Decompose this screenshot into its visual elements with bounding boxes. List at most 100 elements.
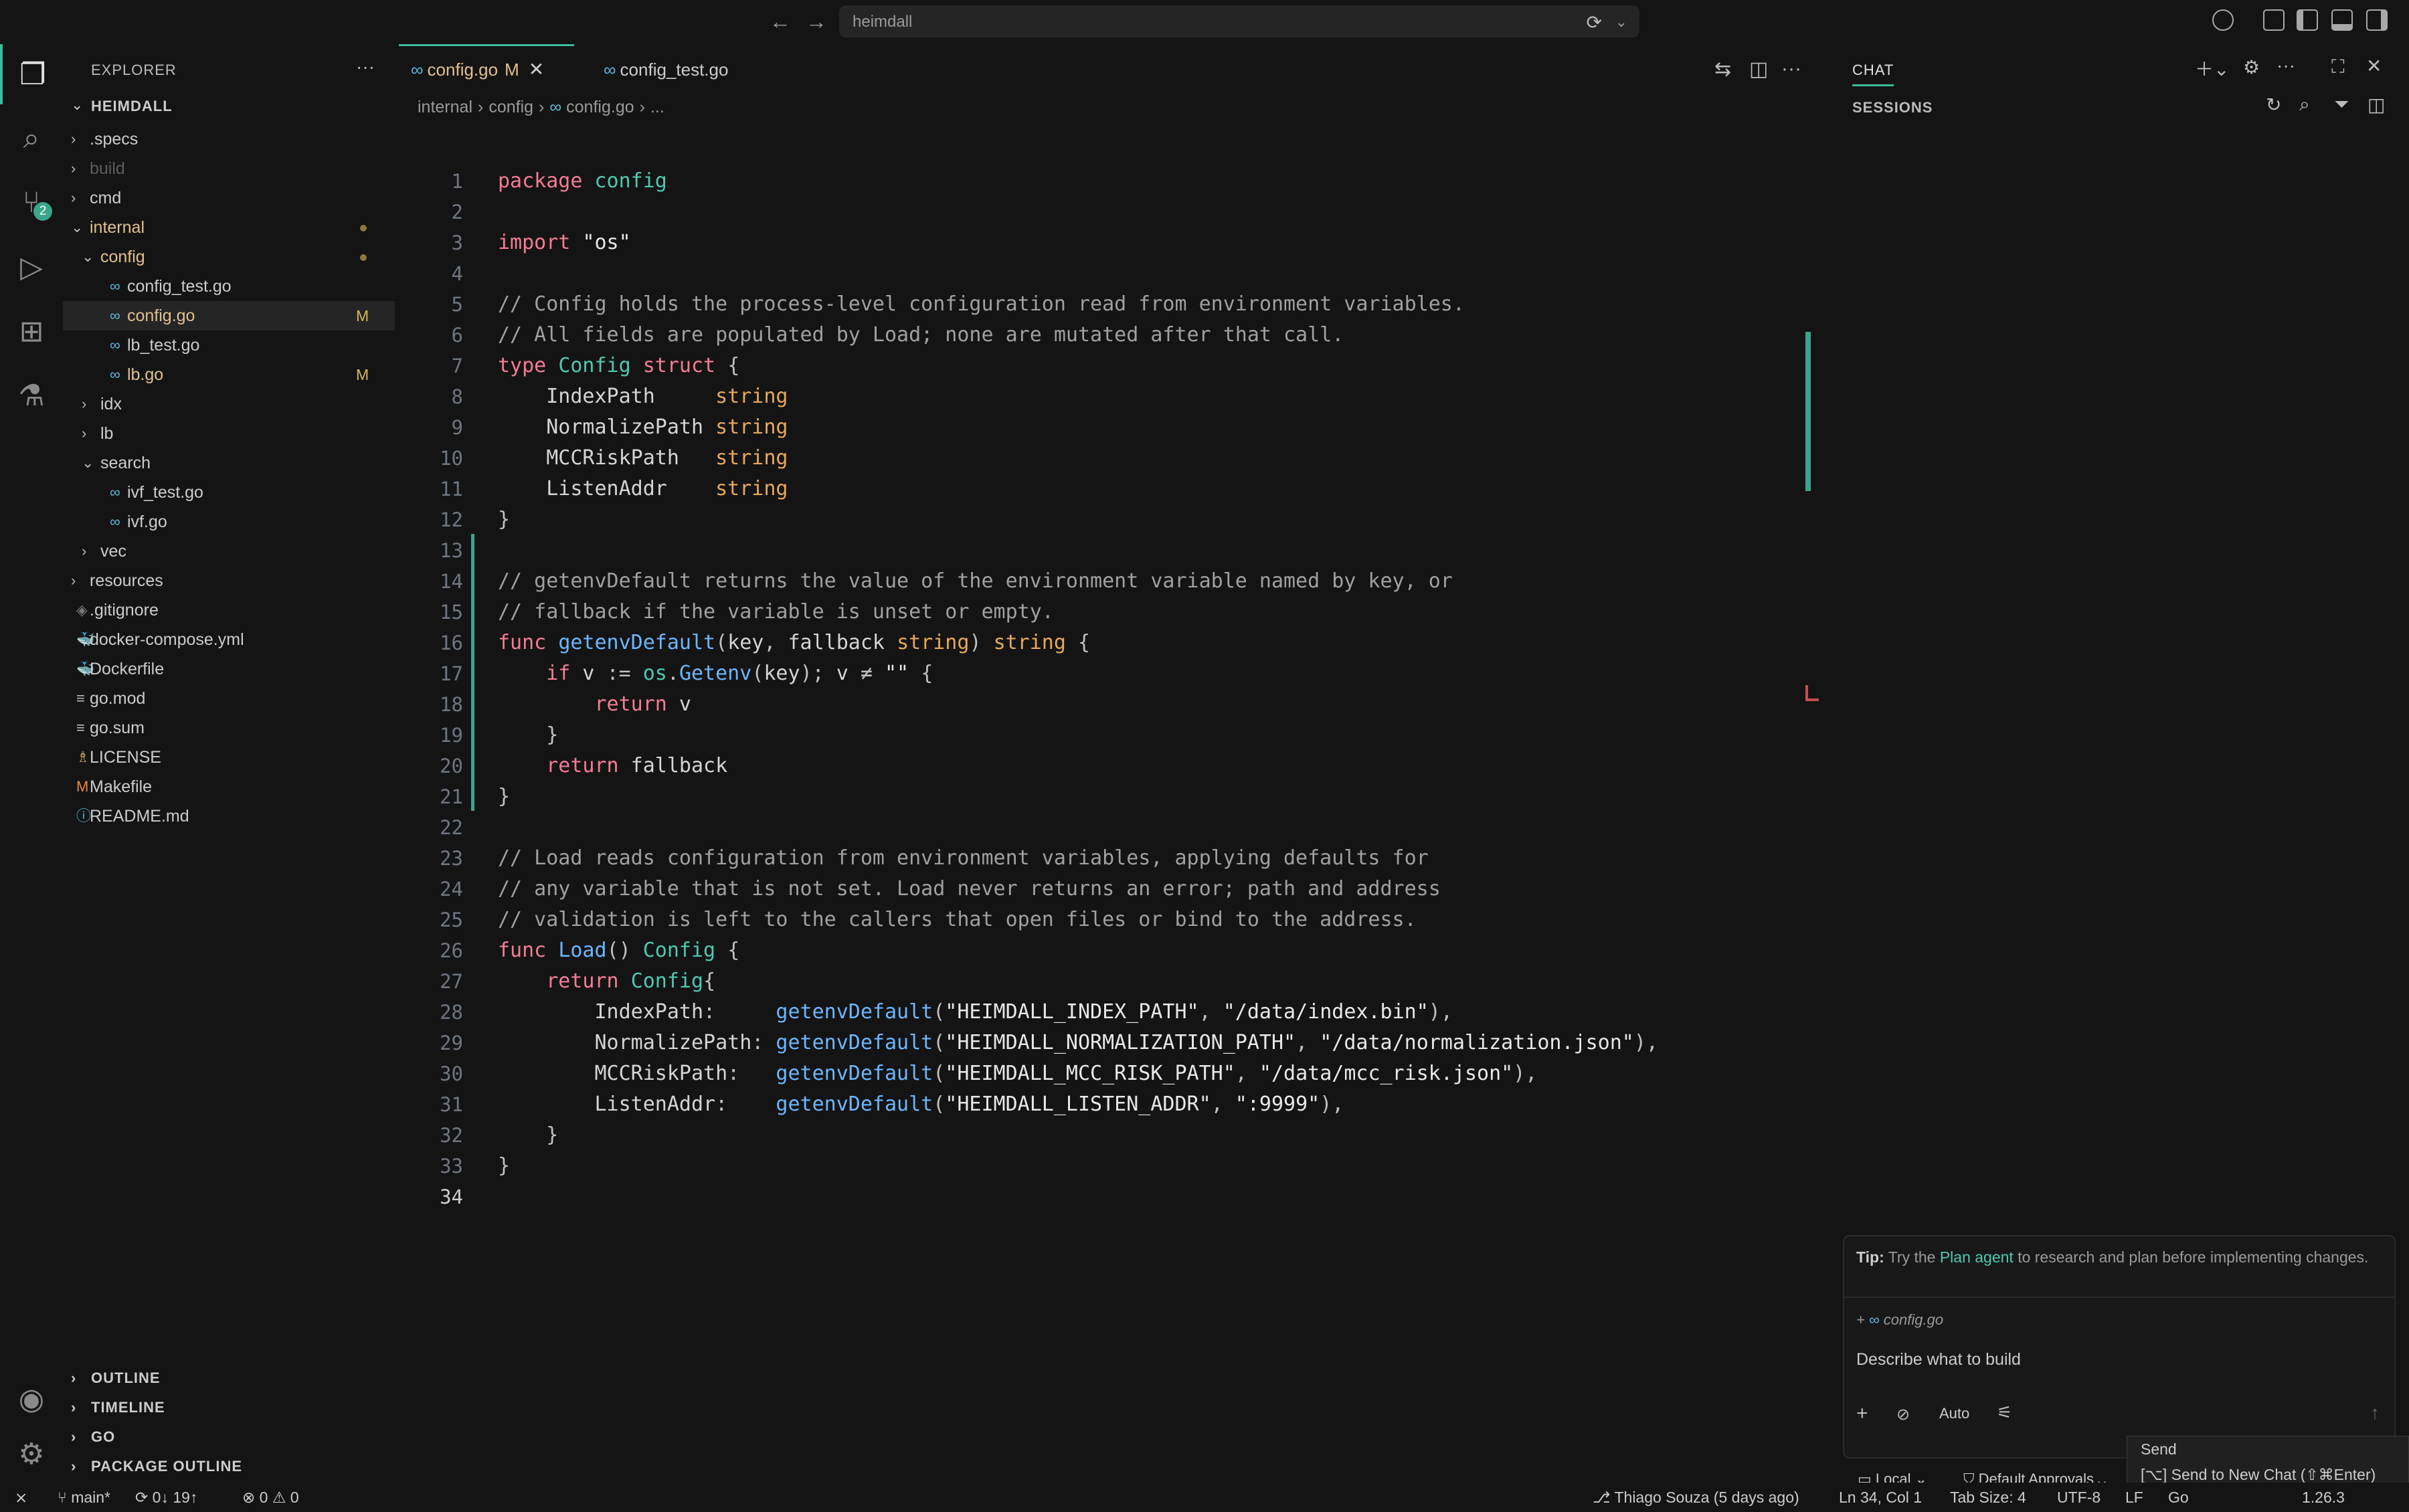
sync-indicator[interactable]: ⟳ 0↓ 19↑ — [135, 1483, 197, 1512]
language-mode[interactable]: Go — [2168, 1483, 2189, 1512]
more-actions-icon[interactable]: ··· — [1781, 58, 1801, 80]
toggle-panel-icon[interactable] — [2331, 9, 2353, 31]
breadcrumb-file[interactable]: config.go — [566, 98, 634, 116]
more-actions-icon[interactable]: ··· — [2277, 55, 2295, 76]
chevron-down-icon[interactable]: ⌄ — [71, 96, 83, 114]
go-file-icon: ∞ — [110, 366, 120, 383]
tree-item-lb-test-go[interactable]: ∞ lb_test.go — [63, 330, 395, 360]
tree-item-resources[interactable]: › resources — [63, 566, 395, 595]
add-context-icon[interactable]: + — [1856, 1402, 1868, 1425]
new-chat-icon[interactable]: ＋⌄ — [2195, 55, 2229, 82]
line-number: 22 — [440, 816, 463, 839]
tree-item-config-go[interactable]: ∞ config.go M — [63, 301, 395, 330]
license-file-icon: ♗ — [76, 749, 90, 765]
code-text: MCCRiskPath string — [498, 446, 788, 470]
settings-gear-icon[interactable]: ⚙ — [0, 1430, 63, 1477]
tree-item-dockerfile[interactable]: 🐳 Dockerfile — [63, 654, 395, 684]
tree-item-specs[interactable]: › .specs — [63, 124, 395, 154]
tab-config-go[interactable]: ∞ config.go M ✕ — [399, 44, 574, 95]
toggle-primary-sidebar-icon[interactable] — [2297, 9, 2318, 31]
plan-agent-link[interactable]: Plan agent — [1940, 1248, 2014, 1266]
tree-item-config-test-go[interactable]: ∞ config_test.go — [63, 272, 395, 301]
tree-item-idx[interactable]: › idx — [63, 389, 395, 419]
tree-item-go-sum[interactable]: ≡ go.sum — [63, 713, 395, 743]
git-blame[interactable]: ⎇ Thiago Souza (5 days ago) — [1593, 1483, 1799, 1512]
line-number: 6 — [451, 324, 463, 347]
chevron-down-icon[interactable]: ⌄ — [1615, 13, 1627, 31]
tree-item-config[interactable]: ⌄ config — [63, 242, 395, 272]
go-version[interactable]: 1.26.3 — [2302, 1483, 2345, 1512]
command-center-search[interactable]: heimdall ⟳ ⌄ — [839, 5, 1639, 37]
run-debug-icon[interactable]: ▷ — [0, 237, 63, 297]
code-text: } — [498, 1154, 511, 1177]
close-icon[interactable]: ✕ — [2366, 55, 2382, 77]
tree-item-gitignore[interactable]: ◈ .gitignore — [63, 595, 395, 625]
explorer-icon[interactable]: ❐ — [0, 44, 63, 104]
more-actions-icon[interactable]: ··· — [356, 56, 375, 78]
compare-changes-icon[interactable]: ⇆ — [1714, 58, 1731, 81]
send-arrow-icon[interactable]: ↑ — [2370, 1402, 2380, 1424]
tab-config-test-go[interactable]: ∞ config_test.go — [592, 44, 764, 95]
tools-icon[interactable]: ⚟ — [1997, 1402, 2012, 1423]
tree-item-cmd[interactable]: › cmd — [63, 183, 395, 213]
end-of-line[interactable]: LF — [2125, 1483, 2143, 1512]
mode-picker[interactable]: Auto — [1939, 1405, 1969, 1422]
back-arrow-icon[interactable]: ← — [770, 9, 791, 34]
send-new-chat-label[interactable]: [⌥] Send to New Chat (⇧⌘Enter) — [2141, 1466, 2376, 1484]
breadcrumb-config[interactable]: config — [488, 98, 533, 116]
tree-item-readme-md[interactable]: ⓘ README.md — [63, 801, 395, 831]
tab-size[interactable]: Tab Size: 4 — [1950, 1483, 2026, 1512]
tree-item-ivf-test-go[interactable]: ∞ ivf_test.go — [63, 478, 395, 507]
workspace-root[interactable]: HEIMDALL — [91, 98, 173, 115]
source-control-icon[interactable]: ⑂ 2 — [0, 173, 63, 233]
chat-bubble-icon[interactable]: ⟳ — [1587, 11, 1602, 33]
explorer-title: EXPLORER — [91, 62, 177, 78]
cursor-position[interactable]: Ln 34, Col 1 — [1839, 1483, 1922, 1512]
search-icon[interactable]: ⌕ — [2299, 94, 2310, 116]
breadcrumb-symbol[interactable]: ... — [650, 98, 664, 116]
tree-item-build[interactable]: › build — [63, 154, 395, 183]
maximize-icon[interactable]: ⛶ — [2331, 56, 2345, 78]
section-outline[interactable]: › OUTLINE — [63, 1363, 395, 1393]
extensions-icon[interactable]: ⊞ — [0, 301, 63, 361]
tree-item-license[interactable]: ♗ LICENSE — [63, 743, 395, 772]
forward-arrow-icon[interactable]: → — [806, 9, 827, 34]
chat-title[interactable]: CHAT — [1852, 62, 1894, 86]
close-icon[interactable]: ✕ — [529, 59, 544, 80]
tree-item-vec[interactable]: › vec — [63, 537, 395, 566]
remote-icon[interactable]: ⨯ — [15, 1483, 27, 1512]
toggle-secondary-sidebar-icon[interactable] — [2366, 9, 2388, 31]
tree-item-search[interactable]: ⌄ search — [63, 448, 395, 478]
section-go[interactable]: › GO — [63, 1422, 395, 1452]
chevron-right-icon: › — [71, 1369, 77, 1386]
split-view-icon[interactable]: ◫ — [2368, 94, 2385, 116]
tree-item-go-mod[interactable]: ≡ go.mod — [63, 684, 395, 713]
account-icon[interactable]: ◉ — [0, 1369, 63, 1429]
settings-gear-icon[interactable]: ⚙ — [2243, 56, 2260, 78]
search-icon[interactable]: ⌕ — [0, 108, 63, 169]
section-package-outline[interactable]: › PACKAGE OUTLINE — [63, 1452, 395, 1481]
tree-item-lb-go[interactable]: ∞ lb.go M — [63, 360, 395, 389]
attach-icon[interactable]: ⊘ — [1896, 1405, 1910, 1424]
command-center-text: heimdall — [853, 13, 913, 31]
split-editor-icon[interactable]: ◫ — [1749, 58, 1768, 81]
send-label[interactable]: Send — [2141, 1440, 2177, 1458]
tree-item-makefile[interactable]: M Makefile — [63, 772, 395, 801]
tree-item-lb[interactable]: › lb — [63, 419, 395, 448]
layout-customize-icon[interactable] — [2263, 9, 2285, 31]
testing-flask-icon[interactable]: ⚗ — [0, 365, 63, 426]
refresh-icon[interactable]: ↻ — [2266, 94, 2281, 116]
encoding[interactable]: UTF-8 — [2057, 1483, 2101, 1512]
tree-item-docker-compose-yml[interactable]: 🐳 docker-compose.yml — [63, 625, 395, 654]
branch-indicator[interactable]: ⑂ main* — [58, 1483, 110, 1512]
context-file-chip[interactable]: + ∞ config.go — [1856, 1311, 1943, 1329]
filter-icon[interactable]: ⏷ — [2334, 94, 2349, 116]
git-file-icon: ◈ — [76, 601, 88, 618]
tree-item-ivf-go[interactable]: ∞ ivf.go — [63, 507, 395, 537]
tree-item-internal[interactable]: ⌄ internal — [63, 213, 395, 242]
breadcrumb-internal[interactable]: internal — [418, 98, 472, 116]
chat-prompt-input[interactable]: Describe what to build — [1856, 1350, 2021, 1369]
problems-indicator[interactable]: ⊗ 0 ⚠ 0 — [242, 1483, 299, 1512]
accounts-shield-icon[interactable] — [2212, 9, 2234, 31]
section-timeline[interactable]: › TIMELINE — [63, 1393, 395, 1422]
